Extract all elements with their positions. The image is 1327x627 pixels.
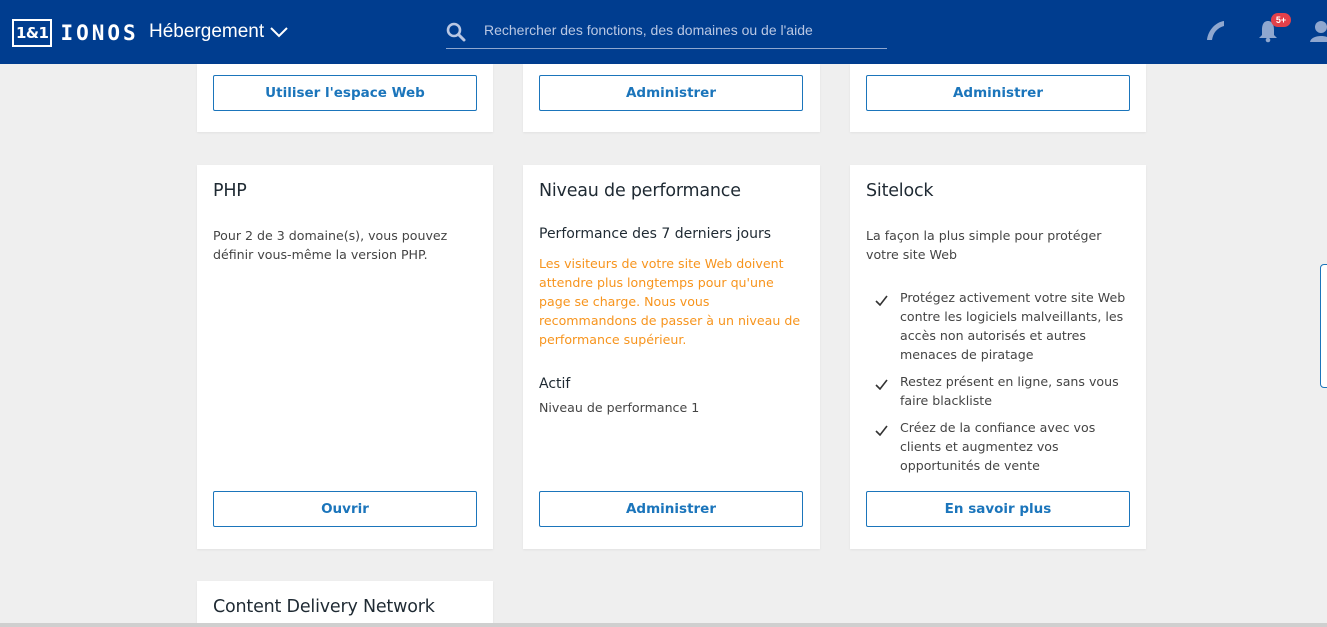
performance-subtitle: Performance des 7 derniers jours: [539, 226, 772, 242]
logo-box: 1&1: [12, 19, 53, 47]
administer-button[interactable]: Administrer: [866, 75, 1130, 111]
phone-icon[interactable]: [1204, 18, 1228, 49]
learn-more-button[interactable]: En savoir plus: [866, 491, 1130, 527]
card-description: La façon la plus simple pour protéger vo…: [866, 228, 1102, 262]
performance-warning: Les visiteurs de votre site Web doivent …: [539, 256, 801, 347]
status-value: Niveau de performance 1: [539, 400, 700, 415]
card-performance: Niveau de performance Performance des 7 …: [523, 165, 820, 549]
benefit-text: Créez de la confiance avec vos clients e…: [900, 420, 1096, 473]
benefit-list: Protégez activement votre site Web contr…: [866, 288, 1136, 483]
list-item: Créez de la confiance avec vos clients e…: [866, 418, 1136, 475]
card-webspace: Utiliser l'espace Web: [197, 64, 493, 132]
card-title: Niveau de performance: [539, 181, 741, 201]
section-title: Hébergement: [149, 21, 265, 42]
card-title: PHP: [213, 181, 247, 201]
card-sitelock: Sitelock La façon la plus simple pour pr…: [850, 165, 1146, 549]
section-dropdown[interactable]: Hébergement: [149, 20, 288, 44]
open-button[interactable]: Ouvrir: [213, 491, 477, 527]
card-title: Sitelock: [866, 181, 934, 201]
ionos-logo[interactable]: 1&1 IONOS: [12, 19, 139, 47]
administer-button[interactable]: Administrer: [539, 75, 803, 111]
card-cdn: Content Delivery Network: [197, 581, 493, 627]
card-description: Pour 2 de 3 domaine(s), vous pouvez défi…: [213, 228, 448, 262]
status-label: Actif: [539, 376, 571, 392]
use-webspace-button[interactable]: Utiliser l'espace Web: [213, 75, 477, 111]
logo-wordmark: IONOS: [60, 21, 139, 45]
benefit-text: Protégez activement votre site Web contr…: [900, 290, 1126, 362]
administer-button[interactable]: Administrer: [539, 491, 803, 527]
list-item: Protégez activement votre site Web contr…: [866, 288, 1136, 364]
chevron-down-icon: [270, 22, 288, 44]
card-top-middle: Administrer: [523, 64, 820, 132]
list-item: Restez présent en ligne, sans vous faire…: [866, 372, 1136, 410]
search-bar: [446, 14, 887, 49]
check-icon: [875, 422, 888, 441]
user-icon[interactable]: [1309, 19, 1327, 48]
search-icon[interactable]: [446, 22, 466, 47]
card-top-right: Administrer: [850, 64, 1146, 132]
feedback-side-tab[interactable]: [1320, 264, 1327, 388]
notification-badge: 5+: [1271, 13, 1291, 27]
card-title: Content Delivery Network: [213, 597, 435, 617]
check-icon: [875, 376, 888, 395]
benefit-text: Restez présent en ligne, sans vous faire…: [900, 374, 1119, 408]
bottom-edge-strip: [0, 623, 1327, 627]
card-php: PHP Pour 2 de 3 domaine(s), vous pouvez …: [197, 165, 493, 549]
check-icon: [875, 292, 888, 311]
top-navigation-bar: 1&1 IONOS Hébergement 5+: [0, 0, 1327, 64]
search-input[interactable]: [482, 18, 886, 42]
